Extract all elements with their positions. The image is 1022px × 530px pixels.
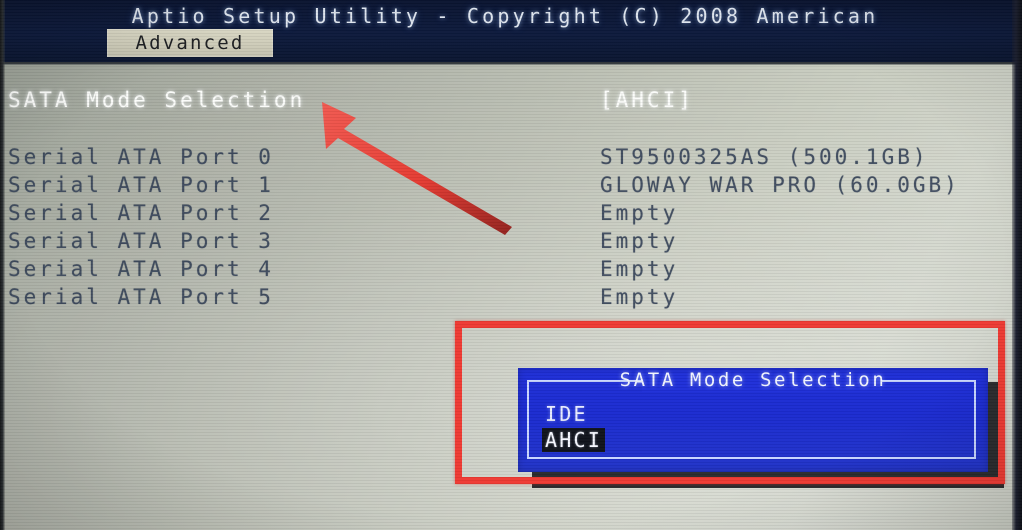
header-divider xyxy=(0,62,1022,65)
utility-title: Aptio Setup Utility - Copyright (C) 2008… xyxy=(131,4,879,28)
setting-label-serial-ata-port-1: Serial ATA Port 1 xyxy=(8,173,274,197)
tab-advanced[interactable]: Advanced xyxy=(107,29,273,57)
setting-value-serial-ata-port-1: GLOWAY WAR PRO (60.0GB) xyxy=(600,173,960,197)
setting-value-serial-ata-port-5: Empty xyxy=(600,285,679,309)
annotation-highlight-rectangle xyxy=(455,321,1005,484)
screen-right-bezel xyxy=(1012,0,1022,530)
setting-label-serial-ata-port-4: Serial ATA Port 4 xyxy=(8,257,274,281)
setting-label-serial-ata-port-5: Serial ATA Port 5 xyxy=(8,285,274,309)
tab-bar: Advanced xyxy=(0,29,1022,62)
bios-screen: Aptio Setup Utility - Copyright (C) 2008… xyxy=(0,0,1022,530)
setting-label-sata-mode-selection[interactable]: SATA Mode Selection xyxy=(8,88,305,112)
setting-value-serial-ata-port-3: Empty xyxy=(600,229,679,253)
setting-label-serial-ata-port-0: Serial ATA Port 0 xyxy=(8,145,274,169)
screen-left-bezel xyxy=(0,0,5,530)
setting-label-serial-ata-port-2: Serial ATA Port 2 xyxy=(8,201,274,225)
setting-value-serial-ata-port-4: Empty xyxy=(600,257,679,281)
setting-value-serial-ata-port-2: Empty xyxy=(600,201,679,225)
setting-value-serial-ata-port-0: ST9500325AS (500.1GB) xyxy=(600,145,929,169)
setting-label-serial-ata-port-3: Serial ATA Port 3 xyxy=(8,229,274,253)
setting-value-sata-mode-selection[interactable]: [AHCI] xyxy=(600,88,694,112)
